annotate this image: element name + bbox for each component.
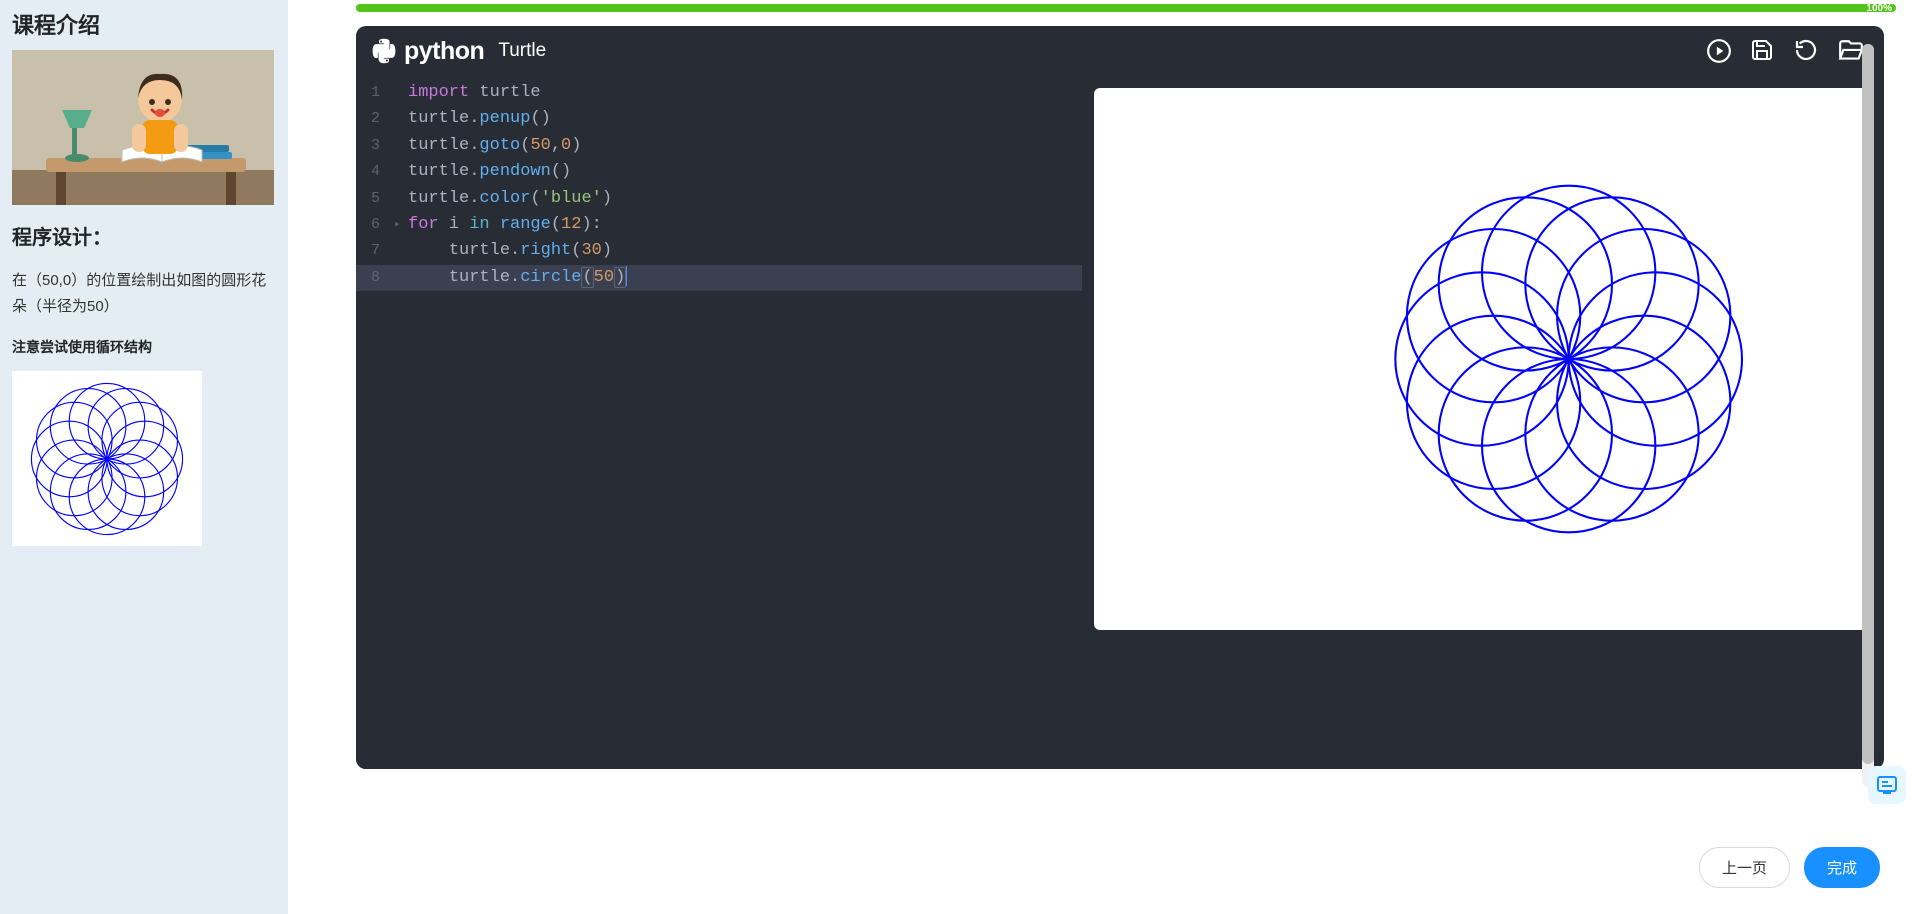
code-line[interactable]: 4turtle.pendown() xyxy=(356,159,1082,185)
editor-frame: python Turtle xyxy=(356,26,1884,769)
section-title: 程序设计： xyxy=(12,221,276,250)
task-description: 在（50,0）的位置绘制出如图的圆形花朵（半径为50） xyxy=(12,268,276,319)
lesson-illustration xyxy=(12,50,274,205)
hint-text: 注意尝试使用循环结构 xyxy=(12,337,276,357)
editor-header: python Turtle xyxy=(356,26,1884,76)
code-line[interactable]: 1import turtle xyxy=(356,80,1082,106)
progress-percent: 100% xyxy=(1866,3,1892,14)
line-number: 8 xyxy=(356,265,394,291)
line-number: 7 xyxy=(356,238,394,264)
fold-marker[interactable]: ▸ xyxy=(394,212,408,238)
progress-track xyxy=(356,4,1896,12)
code-line[interactable]: 6▸for i in range(12): xyxy=(356,212,1082,238)
scrollbar[interactable] xyxy=(1862,44,1874,787)
open-folder-icon[interactable] xyxy=(1838,38,1864,64)
sidebar: 课程介绍 xyxy=(0,0,288,914)
line-number: 3 xyxy=(356,133,394,159)
turtle-canvas xyxy=(1094,88,1870,630)
run-icon[interactable] xyxy=(1706,38,1732,64)
code-line[interactable]: 7 turtle.right(30) xyxy=(356,238,1082,264)
python-icon xyxy=(370,37,398,65)
line-number: 1 xyxy=(356,80,394,106)
line-number: 6 xyxy=(356,212,394,238)
main-content: 100% python Turtle xyxy=(288,0,1912,914)
line-number: 5 xyxy=(356,186,394,212)
prev-page-button[interactable]: 上一页 xyxy=(1699,847,1790,888)
mode-label: Turtle xyxy=(498,40,546,62)
scrollbar-thumb[interactable] xyxy=(1862,44,1874,764)
code-line[interactable]: 2turtle.penup() xyxy=(356,106,1082,132)
done-button[interactable]: 完成 xyxy=(1804,847,1880,888)
progress-bar: 100% xyxy=(356,4,1896,16)
brand-text: python xyxy=(404,37,484,66)
line-number: 4 xyxy=(356,159,394,185)
target-output-image xyxy=(12,371,202,546)
code-editor[interactable]: 1import turtle2turtle.penup()3turtle.got… xyxy=(356,76,1082,769)
python-brand: python Turtle xyxy=(370,37,546,66)
reset-icon[interactable] xyxy=(1794,38,1820,64)
line-number: 2 xyxy=(356,106,394,132)
code-line[interactable]: 5turtle.color('blue') xyxy=(356,186,1082,212)
code-line[interactable]: 3turtle.goto(50,0) xyxy=(356,133,1082,159)
lesson-title: 课程介绍 xyxy=(12,8,276,40)
code-line[interactable]: 8 turtle.circle(50) xyxy=(356,265,1082,291)
output-pane xyxy=(1082,76,1884,769)
help-float-icon[interactable] xyxy=(1868,766,1906,804)
save-icon[interactable] xyxy=(1750,38,1776,64)
